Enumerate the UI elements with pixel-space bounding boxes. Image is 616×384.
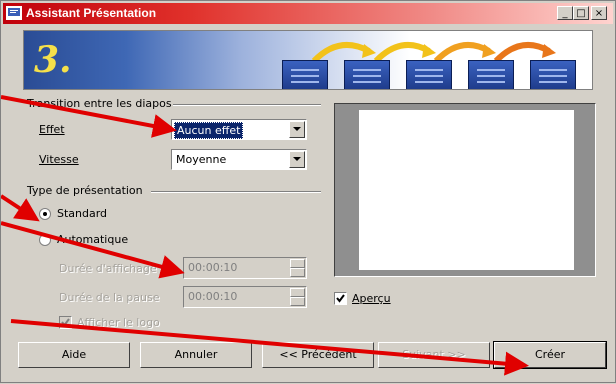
checkmark-icon bbox=[61, 318, 70, 327]
spin-up-icon[interactable] bbox=[290, 259, 305, 268]
window-title: Assistant Présentation bbox=[26, 6, 157, 20]
next-button[interactable]: Suivant >> bbox=[378, 342, 490, 368]
standard-label[interactable]: Standard bbox=[57, 207, 107, 220]
automatic-label[interactable]: Automatique bbox=[57, 233, 128, 246]
chevron-down-icon[interactable] bbox=[289, 121, 305, 138]
wizard-banner: 3. bbox=[23, 30, 593, 90]
preview-label[interactable]: Aperçu bbox=[352, 292, 391, 305]
effect-label: Effet bbox=[39, 123, 65, 136]
help-button[interactable]: Aide bbox=[18, 342, 130, 368]
group-separator bbox=[173, 104, 321, 106]
show-logo-label: Afficher le logo bbox=[77, 316, 160, 329]
preview-checkbox[interactable] bbox=[334, 292, 347, 305]
minimize-button[interactable]: _ bbox=[557, 6, 573, 20]
maximize-button[interactable]: □ bbox=[573, 6, 589, 20]
pause-duration-value: 00:00:10 bbox=[188, 290, 238, 303]
step-slide-icon bbox=[468, 60, 514, 89]
step-slide-icon bbox=[530, 60, 576, 89]
checkmark-icon bbox=[336, 294, 345, 303]
effect-selected-value: Aucun effet bbox=[174, 122, 244, 139]
page-duration-label: Durée d'affichage bbox=[59, 262, 157, 275]
presentation-group-title: Type de présentation bbox=[27, 184, 143, 197]
back-button[interactable]: << Précédent bbox=[262, 342, 374, 368]
pause-duration-spinner[interactable]: 00:00:10 bbox=[183, 286, 307, 308]
standard-radio[interactable] bbox=[39, 208, 51, 220]
effect-select[interactable]: Aucun effet bbox=[171, 119, 307, 140]
page-duration-value: 00:00:10 bbox=[188, 261, 238, 274]
step-slide-icon bbox=[282, 60, 328, 89]
preview-pane bbox=[334, 103, 596, 277]
automatic-radio[interactable] bbox=[39, 234, 51, 246]
chevron-down-icon[interactable] bbox=[289, 151, 305, 168]
maximize-icon: □ bbox=[576, 8, 586, 19]
page-duration-spinner[interactable]: 00:00:10 bbox=[183, 257, 307, 279]
show-logo-checkbox[interactable] bbox=[59, 316, 72, 329]
spin-down-icon[interactable] bbox=[290, 268, 305, 277]
annotation-arrow bbox=[1, 194, 40, 222]
step-slide-icon bbox=[406, 60, 452, 89]
speed-label: Vitesse bbox=[39, 153, 79, 166]
close-icon: × bbox=[594, 8, 604, 19]
pause-duration-label: Durée de la pause bbox=[59, 291, 160, 304]
preview-slide bbox=[359, 110, 574, 270]
close-button[interactable]: × bbox=[591, 6, 607, 20]
wizard-window: Assistant Présentation _ □ × 3. Transiti… bbox=[0, 0, 616, 383]
create-button[interactable]: Créer bbox=[493, 341, 607, 369]
transition-group-title: Transition entre les diapos bbox=[27, 97, 172, 110]
title-bar[interactable]: Assistant Présentation _ □ × bbox=[3, 3, 613, 24]
spin-up-icon[interactable] bbox=[290, 288, 305, 297]
speed-selected-value: Moyenne bbox=[176, 153, 227, 166]
spin-down-icon[interactable] bbox=[290, 297, 305, 306]
cancel-button[interactable]: Annuler bbox=[140, 342, 252, 368]
speed-select[interactable]: Moyenne bbox=[171, 149, 307, 170]
app-icon bbox=[6, 6, 22, 20]
minimize-icon: _ bbox=[562, 8, 568, 19]
group-separator bbox=[151, 191, 321, 193]
step-slide-icon bbox=[344, 60, 390, 89]
